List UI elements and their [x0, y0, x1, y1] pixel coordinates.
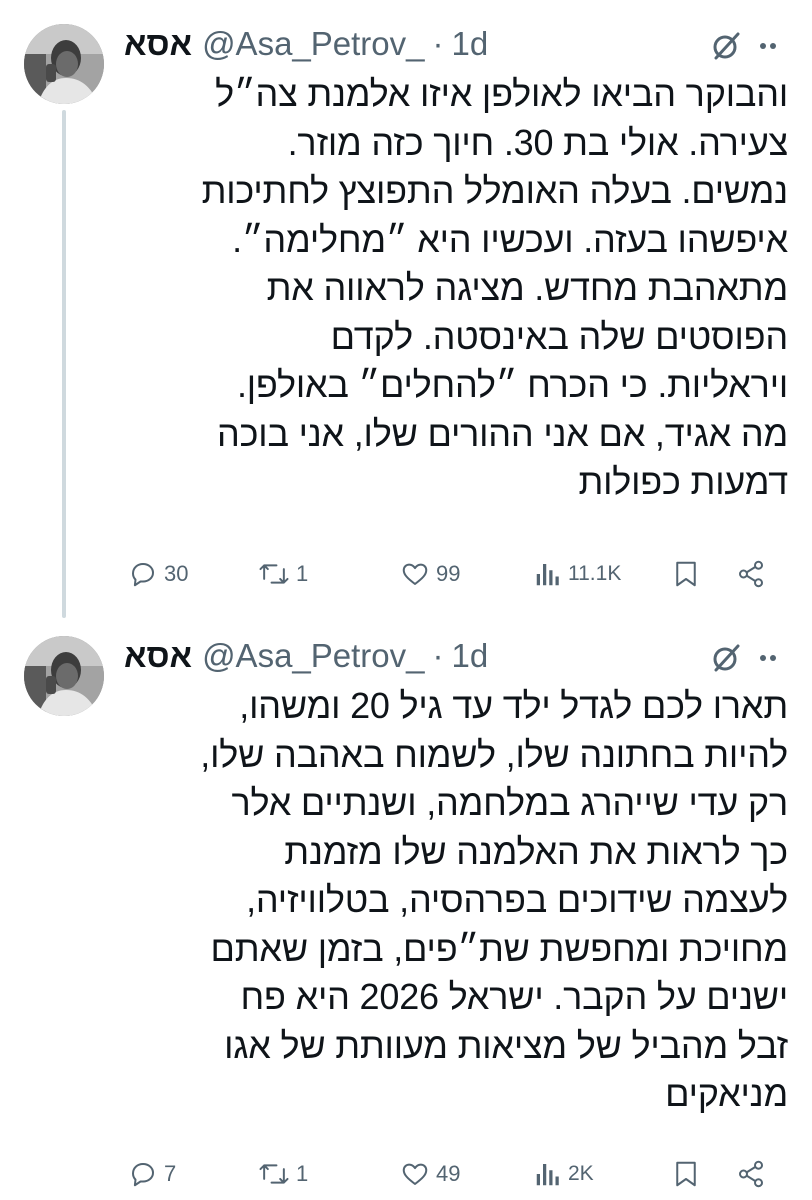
tweet-text-line: לעצמה שידוכים בפרהסיה, בטלוויזיה,	[246, 879, 788, 920]
tweet-text-line: כך לראות את האלמנה שלו מזמנת	[284, 830, 788, 872]
bookmark-icon	[676, 1161, 696, 1187]
tweet-header: אסא @Asa_Petrov_ · 1d	[124, 24, 788, 64]
views-button[interactable]: 2K	[534, 1152, 594, 1196]
share-button[interactable]	[736, 1152, 766, 1196]
tweet-text-line: תארו לכם לגדל ילד עד גיל 20 ומשהו,	[239, 685, 788, 726]
tweet-text-line: והבוקר הביאו לאולפן איזו אלמנת צה״ל	[215, 73, 788, 114]
views-icon	[536, 564, 559, 586]
more-options-icon[interactable]	[750, 646, 786, 670]
share-icon	[739, 1160, 763, 1188]
tweet-text: תארו לכם לגדל ילד עד גיל 20 ומשהו, להיות…	[124, 682, 788, 1119]
avatar[interactable]	[24, 24, 104, 104]
tweet-text-line: זבל מהביל של מציאות מעוותת של אגו	[224, 1024, 788, 1066]
like-icon	[402, 1163, 428, 1185]
repost-icon	[259, 564, 289, 584]
bookmark-button[interactable]	[672, 552, 700, 596]
tweet-text-line: מה אגיד, אם אני ההורים שלו, אני בוכה	[216, 412, 788, 454]
reply-icon	[132, 1163, 154, 1187]
user-handle[interactable]: @Asa_Petrov_	[202, 24, 424, 64]
share-icon	[739, 560, 763, 588]
user-avatar-photo-icon	[24, 24, 104, 104]
repost-icon	[259, 1164, 289, 1184]
bookmark-button[interactable]	[672, 1152, 700, 1196]
like-count: 99	[436, 561, 461, 586]
tweet-text-line: נמשים. בעלה האומלל התפוצץ לחתיכות	[201, 170, 789, 211]
tweet-text-line: מתאהבת מחדש. מציגה לראווה את	[266, 267, 789, 308]
tweet-text-line: מניאקים	[665, 1073, 788, 1114]
like-icon	[402, 563, 428, 585]
timestamp[interactable]: 1d	[452, 24, 489, 64]
tweet[interactable]: אסא @Asa_Petrov_ · 1d והבוקר הביאו לאולפ…	[0, 0, 812, 618]
repost-button[interactable]: 1	[258, 1152, 308, 1196]
action-bar: 7 1 49 2K	[124, 1152, 788, 1196]
bookmark-icon	[676, 561, 696, 587]
tweet-text-line: איפשהו בעזה. ועכשיו היא ״מחלימה״.	[232, 218, 788, 260]
tweet-text-line: דמעות כפולות	[578, 461, 788, 502]
views-icon	[536, 1164, 559, 1186]
share-button[interactable]	[736, 552, 766, 596]
tweet-text-line: צעירה. אולי בת 30. חיוך כזה מוזר.	[287, 121, 789, 163]
separator-dot: ·	[432, 25, 444, 62]
tweet-text-line: רק עדי שייהרג במלחמה, ושנתיים אלר	[231, 782, 789, 823]
thread-connector-line	[62, 110, 66, 618]
user-avatar-photo-icon	[24, 636, 104, 716]
tweet-text-line: להיות בחתונה שלו, לשמוח באהבה שלו,	[200, 733, 788, 775]
display-name[interactable]: אסא	[124, 24, 192, 64]
reply-count: 7	[164, 1161, 177, 1186]
tweet-text-line: הפוסטים שלה באינסטה. לקדם	[330, 315, 789, 357]
more-options-icon[interactable]	[750, 34, 786, 58]
views-count: 11.1K	[568, 562, 622, 585]
tweet-text-line: ישנים על הקבר. ישראל 2026 היא פח	[240, 976, 789, 1017]
repost-count: 1	[296, 1161, 309, 1186]
reply-button[interactable]: 7	[128, 1152, 176, 1196]
separator-dot: ·	[432, 637, 444, 674]
views-count: 2K	[568, 1162, 594, 1185]
tweet-text: והבוקר הביאו לאולפן איזו אלמנת צה״ל צעיר…	[124, 70, 789, 507]
avatar[interactable]	[24, 636, 104, 716]
user-handle[interactable]: @Asa_Petrov_	[202, 636, 424, 676]
reply-count: 30	[164, 561, 189, 586]
display-name[interactable]: אסא	[124, 636, 192, 676]
like-button[interactable]: 49	[400, 1152, 460, 1196]
grok-icon[interactable]	[710, 30, 742, 62]
tweet-text-line: ויראליות. כי הכרח ״להחלים״ באולפן.	[236, 364, 788, 405]
repost-count: 1	[296, 561, 309, 586]
reply-icon	[132, 563, 154, 587]
like-count: 49	[436, 1161, 461, 1186]
timestamp[interactable]: 1d	[452, 636, 489, 676]
repost-button[interactable]: 1	[258, 552, 308, 596]
tweet-header: אסא @Asa_Petrov_ · 1d	[124, 636, 788, 676]
like-button[interactable]: 99	[400, 552, 460, 596]
reply-button[interactable]: 30	[128, 552, 188, 596]
views-button[interactable]: 11.1K	[534, 552, 621, 596]
tweet-text-line: מחויכת ומחפשת שת״פים, בזמן שאתם	[210, 927, 789, 969]
grok-icon[interactable]	[710, 642, 742, 674]
action-bar: 30 1 99 11.1K	[124, 552, 788, 596]
tweet[interactable]: אסא @Asa_Petrov_ · 1d תארו לכם לגדל ילד …	[0, 612, 812, 1200]
